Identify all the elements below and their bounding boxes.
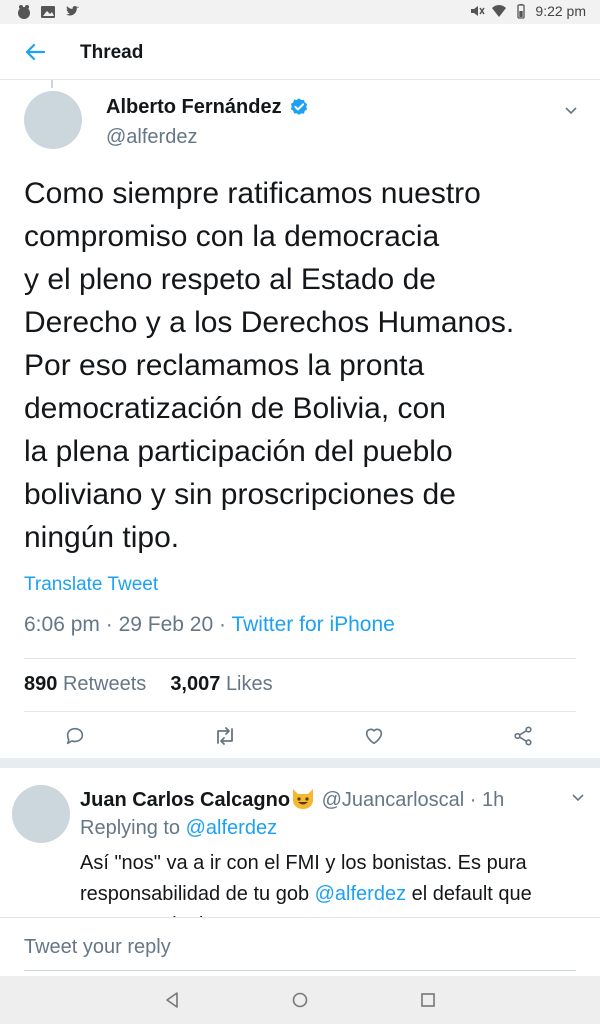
translate-tweet-link[interactable]: Translate Tweet: [24, 574, 158, 596]
reply-composer: Tweet your reply: [0, 917, 600, 975]
divider: [24, 711, 576, 712]
app-notification-icon: [18, 5, 30, 19]
mute-icon: [471, 6, 486, 16]
tweet-text: Como siempre ratificamos nuestro comprom…: [24, 177, 515, 554]
tweet-stats: 890 Retweets 3,007 Likes: [24, 673, 273, 696]
retweet-icon: [217, 727, 233, 745]
section-separator: [0, 758, 600, 768]
replying-to-label: Replying to: [80, 817, 181, 839]
wifi-icon: [492, 5, 507, 17]
grinning-cat-emoji-icon: [293, 789, 314, 809]
reply-input[interactable]: Tweet your reply: [24, 936, 171, 959]
replying-to-line: Replying to @alferdez: [80, 817, 277, 840]
author-name-row[interactable]: Alberto Fernández: [106, 96, 310, 119]
reply-header[interactable]: Juan Carlos Calcagno @Juancarloscal · 1h: [80, 786, 504, 812]
reply-text: Así "nos" va a ir con el FMI y los bonis…: [80, 848, 580, 918]
thread-connector-line: [51, 80, 53, 88]
reply-author-avatar[interactable]: [12, 785, 70, 843]
replying-to-handle-link[interactable]: @alferdez: [186, 817, 277, 839]
separator-dot: ·: [218, 613, 232, 636]
likes-label: Likes: [225, 673, 273, 695]
share-button[interactable]: [509, 722, 537, 750]
reply-author-name: Juan Carlos Calcagno: [80, 789, 291, 811]
arrow-left-icon[interactable]: [22, 40, 48, 64]
reply-icon: [66, 727, 84, 745]
chevron-down-icon[interactable]: [571, 793, 585, 803]
tweet-metadata: 6:06 pm · 29 Feb 20 · Twitter for iPhone: [24, 613, 395, 637]
separator-dot: ·: [464, 789, 482, 811]
battery-icon: [517, 4, 526, 19]
like-button[interactable]: [360, 722, 388, 750]
app-bar: Thread: [0, 24, 600, 80]
navigation-bar: [0, 976, 600, 1024]
separator-dot: ·: [105, 613, 119, 636]
divider: [24, 658, 576, 659]
verified-badge-icon: [290, 97, 307, 115]
retweets-stat[interactable]: 890 Retweets: [24, 673, 146, 696]
composer-underline: [24, 970, 576, 971]
status-bar: 9:22 pm: [0, 0, 600, 24]
author-handle[interactable]: @alferdez: [106, 126, 197, 149]
likes-stat[interactable]: 3,007 Likes: [170, 673, 272, 696]
retweet-button[interactable]: [211, 722, 239, 750]
likes-count: 3,007: [170, 673, 221, 695]
reply-button[interactable]: [61, 722, 89, 750]
author-avatar[interactable]: [24, 91, 82, 149]
retweets-label: Retweets: [62, 673, 147, 695]
page-title: Thread: [80, 42, 144, 63]
status-bar-right: 9:22 pm: [469, 3, 586, 19]
nav-recents-icon[interactable]: [418, 990, 438, 1010]
reply-time: 1h: [482, 789, 505, 811]
chevron-down-icon[interactable]: [564, 106, 578, 116]
twitter-bird-icon: [66, 6, 79, 16]
reply-author-handle: @Juancarloscal: [321, 789, 465, 811]
reply-mention-link[interactable]: @alferdez: [315, 883, 406, 905]
tweet-date: 29 Feb 20: [118, 613, 214, 636]
like-icon: [365, 728, 383, 745]
tweet-source-link[interactable]: Twitter for iPhone: [231, 613, 394, 636]
tweet-time: 6:06 pm: [24, 613, 100, 636]
status-bar-time: 9:22 pm: [535, 3, 586, 19]
nav-home-icon[interactable]: [290, 990, 310, 1010]
image-icon: [41, 6, 55, 18]
share-icon: [514, 726, 532, 746]
nav-back-icon[interactable]: [162, 990, 182, 1010]
status-bar-left-icons: [16, 4, 80, 20]
retweets-count: 890: [24, 673, 58, 695]
author-name: Alberto Fernández: [106, 96, 282, 118]
